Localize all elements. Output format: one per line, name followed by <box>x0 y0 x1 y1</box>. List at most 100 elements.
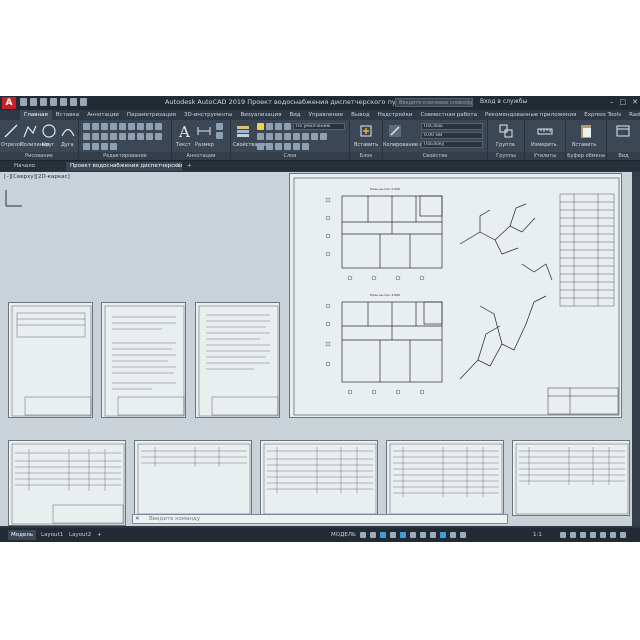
sheet-spec-2[interactable] <box>134 440 252 516</box>
linetype-dropdown[interactable]: ПоБлоку <box>421 141 483 148</box>
chamfer-icon[interactable] <box>119 133 126 140</box>
sheet-spec-1[interactable] <box>8 440 126 526</box>
annotation-monitor-icon[interactable] <box>570 532 576 538</box>
transparency-icon[interactable] <box>430 532 436 538</box>
scale-icon[interactable] <box>92 133 99 140</box>
layer-properties-icon[interactable] <box>235 123 251 139</box>
layer-off-icon[interactable] <box>293 133 300 140</box>
sheet-notes-continued[interactable] <box>195 302 280 418</box>
layer-delete-icon[interactable] <box>266 143 273 150</box>
color-square-icon[interactable] <box>284 123 291 130</box>
layer-thaw-icon[interactable] <box>284 143 291 150</box>
circle-tool-icon[interactable] <box>41 123 57 139</box>
dimension-tool-icon[interactable] <box>196 123 212 139</box>
measure-icon[interactable] <box>537 123 553 139</box>
sheet-general-data[interactable] <box>8 302 93 418</box>
tab-insert[interactable]: Вставка <box>52 110 83 120</box>
new-tab-button[interactable]: + <box>183 162 196 171</box>
osnap-icon[interactable] <box>400 532 406 538</box>
fillet-icon[interactable] <box>137 123 144 130</box>
workspace-icon[interactable] <box>560 532 566 538</box>
explode-icon[interactable] <box>146 123 153 130</box>
save-icon[interactable] <box>40 98 47 106</box>
tab-home[interactable]: Главная <box>20 110 52 120</box>
tab-parametric[interactable]: Параметризация <box>123 110 180 120</box>
model-tab[interactable]: Модель <box>8 530 37 540</box>
stretch-icon[interactable] <box>83 133 90 140</box>
sheet-spec-4[interactable] <box>386 440 504 516</box>
extend-icon[interactable] <box>83 143 90 150</box>
snap-icon[interactable] <box>370 532 376 538</box>
panel-modify-title[interactable]: Редактирование <box>79 152 171 160</box>
tab-raster-tools[interactable]: Raster Tools <box>625 110 640 120</box>
join-icon[interactable] <box>137 133 144 140</box>
layer-iso-icon[interactable] <box>284 133 291 140</box>
sheet-floor-plans[interactable]: План на отм. 0.000 План на отм. 3.000 <box>289 173 622 418</box>
panel-draw-title[interactable]: Рисование <box>0 152 78 160</box>
clean-screen-icon[interactable] <box>610 532 616 538</box>
isolate-objects-icon[interactable] <box>590 532 596 538</box>
units-icon[interactable] <box>580 532 586 538</box>
lineweight-dropdown[interactable]: 0.00 мм <box>421 132 483 139</box>
break-icon[interactable] <box>128 133 135 140</box>
layer-dropdown[interactable]: По умолчанию <box>293 123 345 130</box>
panel-properties-title[interactable]: Свойства <box>383 152 487 160</box>
add-layout-button[interactable]: + <box>94 530 105 540</box>
table-icon[interactable] <box>216 132 223 139</box>
maximize-icon[interactable]: □ <box>620 98 627 106</box>
layer-on-icon[interactable] <box>302 143 309 150</box>
color-dropdown[interactable]: ПоСлою <box>421 123 483 130</box>
edit-icon[interactable] <box>155 123 162 130</box>
view-icon[interactable] <box>615 123 631 139</box>
sheet-explanatory-note[interactable] <box>101 302 186 418</box>
tab-view[interactable]: Вид <box>285 110 304 120</box>
panel-utilities-title[interactable]: Утилиты <box>525 152 565 160</box>
command-input[interactable]: Введите команду <box>149 516 200 522</box>
layer-previous-icon[interactable] <box>275 133 282 140</box>
layer-unlock-icon[interactable] <box>293 143 300 150</box>
sign-in-button[interactable]: Вход в службы <box>480 98 527 105</box>
file-tab-start[interactable]: Начало <box>10 162 39 171</box>
open-file-icon[interactable] <box>30 98 37 106</box>
layer-lock-icon[interactable] <box>311 133 318 140</box>
group-icon[interactable] <box>498 123 514 139</box>
tab-featured-apps[interactable]: Рекомендованные приложения <box>481 110 580 120</box>
selection-cycling-icon[interactable] <box>440 532 446 538</box>
paste-icon[interactable] <box>578 123 594 139</box>
search-input[interactable]: Введите ключевое слово/фразу <box>395 98 473 107</box>
sheet-spec-3[interactable] <box>260 440 378 516</box>
viewport-controls[interactable]: [–][Сверху][2D-каркас] <box>4 174 70 180</box>
layout2-tab[interactable]: Layout2 <box>66 530 94 540</box>
tab-output[interactable]: Вывод <box>347 110 374 120</box>
layer-walk-icon[interactable] <box>257 143 264 150</box>
sun-icon[interactable] <box>266 123 273 130</box>
polar-icon[interactable] <box>390 532 396 538</box>
array-icon[interactable] <box>101 133 108 140</box>
panel-groups-title[interactable]: Группы <box>488 152 524 160</box>
align-icon[interactable] <box>155 133 162 140</box>
close-icon[interactable]: ✕ <box>632 98 638 106</box>
tab-annotate[interactable]: Аннотации <box>83 110 123 120</box>
drawing-canvas[interactable]: [–][Сверху][2D-каркас] План на отм. 0.00… <box>0 172 632 526</box>
minimize-icon[interactable]: – <box>610 98 614 106</box>
tab-3d-tools[interactable]: 3D-инструменты <box>180 110 237 120</box>
offset-icon[interactable] <box>110 133 117 140</box>
panel-layers-title[interactable]: Слои <box>231 152 349 160</box>
make-current-icon[interactable] <box>257 133 264 140</box>
hatch-edit-icon[interactable] <box>101 143 108 150</box>
new-file-icon[interactable] <box>20 98 27 106</box>
autocad-logo[interactable]: A <box>2 97 16 109</box>
panel-block-title[interactable]: Блок <box>350 152 382 160</box>
annotation-scale[interactable]: 1:1 <box>530 530 545 540</box>
text-tool-icon[interactable]: A <box>176 123 192 139</box>
ortho-icon[interactable] <box>380 532 386 538</box>
annotation-visibility-icon[interactable] <box>450 532 456 538</box>
tab-collaborate[interactable]: Совместная работа <box>417 110 481 120</box>
panel-clipboard-title[interactable]: Буфер обмена <box>566 152 606 160</box>
reverse-icon[interactable] <box>110 143 117 150</box>
customization-menu-icon[interactable] <box>620 532 626 538</box>
mirror-icon[interactable] <box>128 123 135 130</box>
save-as-icon[interactable] <box>50 98 57 106</box>
command-line[interactable]: ✕ Введите команду <box>132 514 508 524</box>
erase-icon[interactable] <box>110 123 117 130</box>
